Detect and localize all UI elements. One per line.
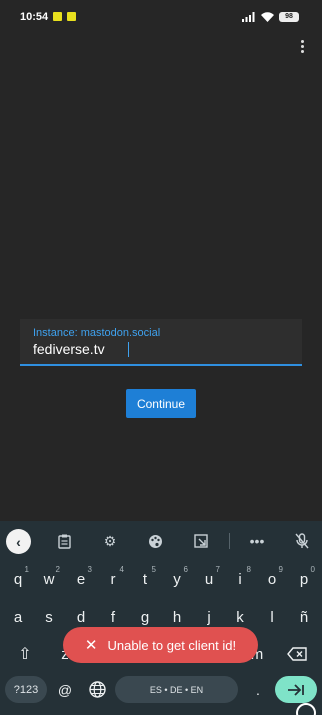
key-w[interactable]: w2 (36, 564, 62, 594)
wifi-icon (261, 12, 274, 22)
key-e[interactable]: e3 (68, 564, 94, 594)
error-toast: ✕ Unable to get client id! (63, 627, 258, 663)
close-icon: ✕ (84, 637, 98, 654)
palette-icon[interactable] (143, 529, 167, 553)
key-y[interactable]: y6 (164, 564, 190, 594)
toolbar-divider (229, 533, 230, 549)
key-q[interactable]: q1 (5, 564, 31, 594)
symbols-key[interactable]: ?123 (5, 676, 47, 703)
period-key[interactable]: . (248, 676, 268, 703)
notification-app-icon (53, 12, 62, 21)
key-r[interactable]: r4 (100, 564, 126, 594)
key-p[interactable]: p0 (291, 564, 317, 594)
key-t[interactable]: t5 (132, 564, 158, 594)
key-u[interactable]: u7 (196, 564, 222, 594)
gear-icon[interactable]: ⚙ (98, 529, 122, 553)
status-bar: 10:54 98 (0, 0, 322, 34)
notification-app-icon (67, 12, 76, 21)
clipboard-icon[interactable] (52, 529, 76, 553)
instance-input[interactable] (33, 341, 283, 357)
key-o[interactable]: o9 (259, 564, 285, 594)
key-l[interactable]: l (259, 602, 285, 632)
signal-icon (242, 12, 255, 22)
key-i[interactable]: i8 (227, 564, 253, 594)
text-cursor (128, 342, 129, 357)
key-row-1: q1 w2 e3 r4 t5 y6 u7 i8 o9 p0 (0, 564, 322, 594)
battery-icon: 98 (279, 12, 299, 22)
instance-field-label: Instance: mastodon.social (33, 327, 161, 339)
soft-keyboard: ‹ ⚙ ••• q1 w2 e3 r4 t5 y6 u7 i8 o9 p0 a … (0, 521, 322, 715)
overflow-menu-icon[interactable] (296, 38, 308, 56)
key-s[interactable]: s (36, 602, 62, 632)
instance-field[interactable]: Instance: mastodon.social (20, 319, 302, 366)
backspace-icon[interactable] (282, 639, 312, 669)
next-field-icon[interactable] (275, 676, 317, 703)
key-n-tilde[interactable]: ñ (291, 602, 317, 632)
globe-icon[interactable] (85, 676, 109, 703)
key-a[interactable]: a (5, 602, 31, 632)
keyboard-toolbar: ‹ ⚙ ••• (0, 521, 322, 561)
at-key[interactable]: @ (55, 676, 75, 703)
mic-off-icon[interactable] (290, 529, 314, 553)
shift-icon[interactable]: ⇧ (10, 639, 40, 669)
space-bar[interactable]: ES • DE • EN (115, 676, 238, 703)
continue-button[interactable]: Continue (126, 389, 196, 418)
status-time: 10:54 (20, 11, 49, 23)
toast-message: Unable to get client id! (107, 637, 237, 653)
chevron-left-icon[interactable]: ‹ (6, 529, 31, 554)
more-horizontal-icon[interactable]: ••• (245, 529, 269, 553)
resize-icon[interactable] (189, 529, 213, 553)
